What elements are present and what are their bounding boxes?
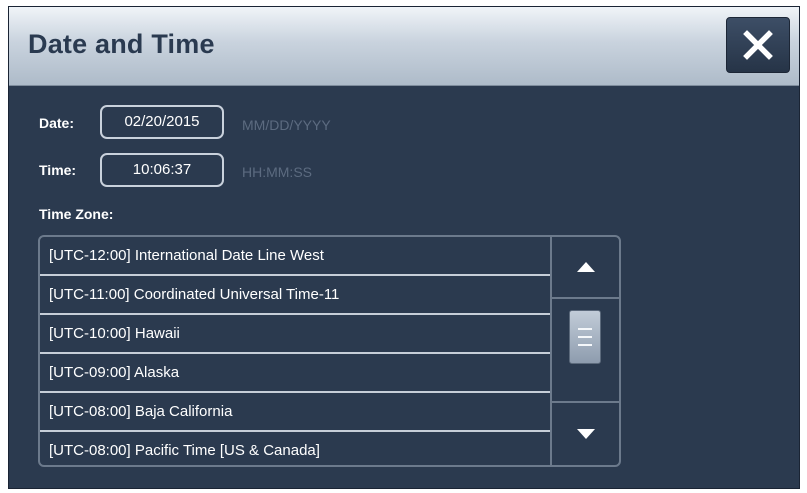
date-input[interactable]: 02/20/2015 — [100, 105, 224, 139]
close-icon — [743, 30, 773, 60]
time-zone-list-panel: [UTC-12:00] International Date Line West… — [38, 235, 621, 467]
scroll-down-button[interactable] — [552, 401, 619, 465]
list-item[interactable]: [UTC-10:00] Hawaii — [40, 315, 550, 354]
time-format-hint: HH:MM:SS — [242, 164, 312, 180]
close-button[interactable] — [726, 17, 790, 73]
list-item[interactable]: [UTC-11:00] Coordinated Universal Time-1… — [40, 276, 550, 315]
grip-icon — [578, 336, 592, 338]
list-item[interactable]: [UTC-09:00] Alaska — [40, 354, 550, 393]
list-item[interactable]: [UTC-12:00] International Date Line West — [40, 237, 550, 276]
grip-icon — [578, 328, 592, 330]
scrollbar[interactable] — [552, 237, 619, 465]
list-item[interactable]: [UTC-08:00] Pacific Time [US & Canada] — [40, 432, 550, 465]
list-item[interactable]: [UTC-08:00] Baja California — [40, 393, 550, 432]
chevron-down-icon — [576, 429, 595, 439]
time-input[interactable]: 10:06:37 — [100, 153, 224, 187]
chevron-up-icon — [576, 262, 595, 272]
time-zone-list[interactable]: [UTC-12:00] International Date Line West… — [40, 237, 552, 465]
time-zone-label: Time Zone: — [39, 206, 114, 222]
grip-icon — [578, 344, 592, 346]
date-time-dialog: Date and Time Date: 02/20/2015 MM/DD/YYY… — [8, 6, 800, 489]
time-label: Time: — [39, 162, 77, 178]
scroll-up-button[interactable] — [552, 237, 619, 299]
date-format-hint: MM/DD/YYYY — [242, 117, 331, 133]
title-bar: Date and Time — [9, 7, 799, 86]
date-label: Date: — [39, 115, 75, 131]
dialog-title: Date and Time — [28, 29, 215, 59]
scroll-thumb[interactable] — [569, 310, 601, 364]
